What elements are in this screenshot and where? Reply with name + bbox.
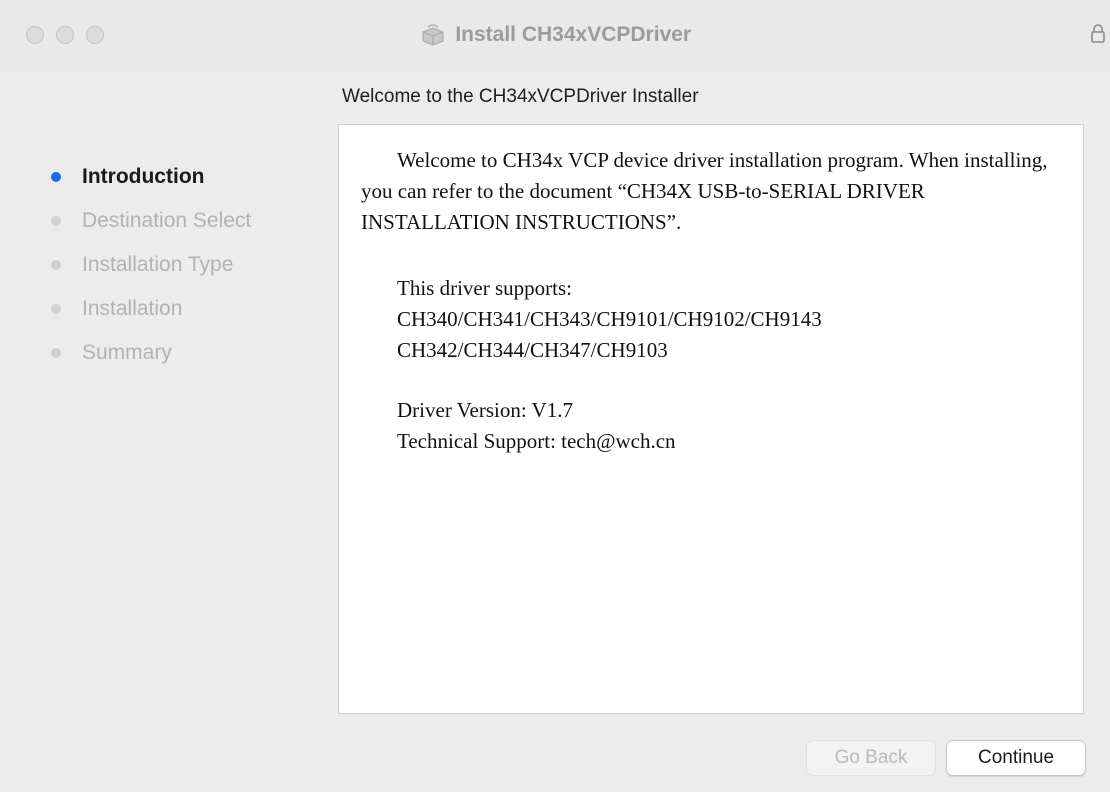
title-bar: Install CH34xVCPDriver xyxy=(0,0,1110,72)
driver-info-block: Driver Version: V1.7 Technical Support: … xyxy=(397,395,1037,457)
supported-chips-line-1: CH340/CH341/CH343/CH9101/CH9102/CH9143 xyxy=(397,307,822,331)
page-title: Welcome to the CH34xVCPDriver Installer xyxy=(342,86,699,107)
step-label: Summary xyxy=(82,341,172,364)
step-label: Introduction xyxy=(82,165,205,188)
step-destination-select: Destination Select xyxy=(0,199,320,243)
lock-icon[interactable] xyxy=(1090,22,1106,46)
installer-window: Install CH34xVCPDriver Welcome to the CH… xyxy=(0,0,1110,792)
step-introduction: Introduction xyxy=(0,155,320,199)
window-title: Install CH34xVCPDriver xyxy=(455,23,692,46)
step-installation-type: Installation Type xyxy=(0,243,320,287)
introduction-text-panel[interactable]: Welcome to CH34x VCP device driver insta… xyxy=(338,124,1084,714)
installer-steps-sidebar: Introduction Destination Select Installa… xyxy=(0,155,320,375)
step-indicator-dot xyxy=(51,348,61,358)
supported-chips-block: This driver supports: CH340/CH341/CH343/… xyxy=(397,273,1037,366)
driver-version: Driver Version: V1.7 xyxy=(397,398,573,422)
welcome-paragraph: Welcome to CH34x VCP device driver insta… xyxy=(361,148,1048,234)
step-indicator-dot xyxy=(51,216,61,226)
technical-support: Technical Support: tech@wch.cn xyxy=(397,429,676,453)
step-indicator-dot xyxy=(51,260,61,270)
step-summary: Summary xyxy=(0,331,320,375)
continue-button[interactable]: Continue xyxy=(946,740,1086,776)
installer-package-icon xyxy=(422,24,444,46)
step-indicator-dot xyxy=(51,172,61,182)
step-indicator-dot xyxy=(51,304,61,314)
step-label: Installation xyxy=(82,297,183,320)
step-label: Destination Select xyxy=(82,209,252,232)
step-label: Installation Type xyxy=(82,253,234,276)
supports-label: This driver supports: xyxy=(397,276,572,300)
window-title-group: Install CH34xVCPDriver xyxy=(0,20,1110,50)
step-installation: Installation xyxy=(0,287,320,331)
supported-chips-line-2: CH342/CH344/CH347/CH9103 xyxy=(397,338,668,362)
go-back-button[interactable]: Go Back xyxy=(806,740,936,776)
